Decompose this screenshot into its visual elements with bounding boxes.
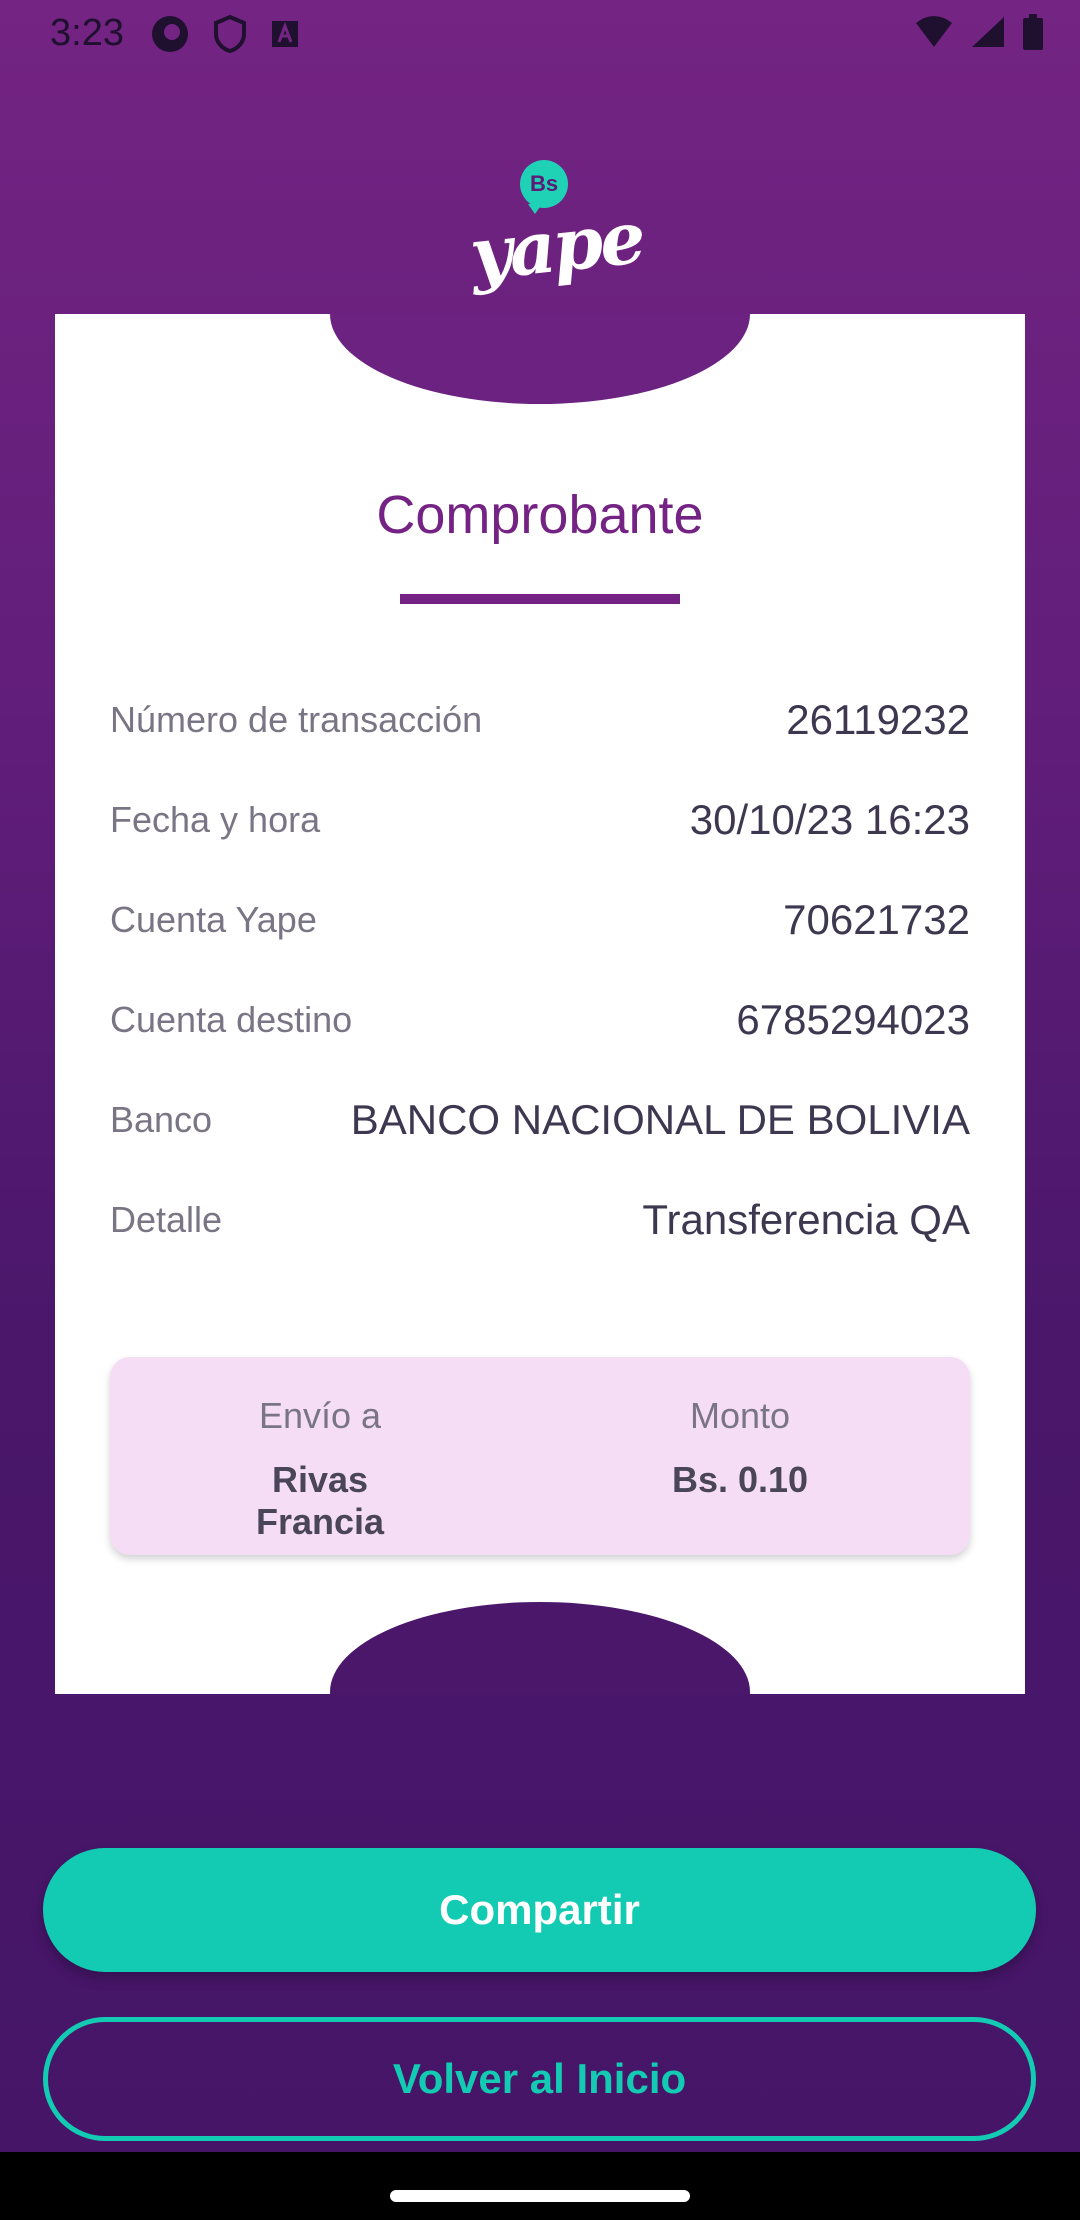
detail-row-detail: Detalle Transferencia QA: [110, 1190, 970, 1250]
logo-wordmark: yape: [466, 194, 647, 297]
status-icons-right: [914, 14, 1044, 55]
detail-value: Transferencia QA: [642, 1196, 970, 1243]
card-bottom-notch: [330, 1602, 750, 1694]
yape-logo: Bs yape: [466, 155, 647, 310]
text-badge-icon: [270, 19, 300, 54]
status-time: 3:23: [50, 12, 124, 54]
detail-label: Fecha y hora: [110, 799, 321, 840]
shield-icon: [212, 14, 248, 59]
title-underline: [400, 594, 680, 604]
detail-label: Número de transacción: [110, 699, 483, 740]
signal-icon: [970, 15, 1006, 54]
wifi-icon: [914, 15, 954, 54]
back-to-home-button[interactable]: Volver al Inicio: [43, 2017, 1036, 2141]
detail-value: 6785294023: [736, 996, 970, 1043]
status-bar: 3:23: [0, 0, 1080, 64]
recipient-label: Envío a: [258, 1395, 382, 1436]
card-top-notch: [330, 314, 750, 404]
share-button[interactable]: Compartir: [43, 1848, 1036, 1972]
detail-label: Detalle: [110, 1199, 223, 1240]
recipient-name: Rivas Francia: [255, 1459, 385, 1542]
receipt-title: Comprobante: [376, 485, 704, 545]
amount-summary: Monto Bs. 0.10: [640, 1395, 840, 1501]
detail-row-destination-account: Cuenta destino 6785294023: [110, 990, 970, 1050]
detail-label: Cuenta Yape: [110, 899, 317, 940]
transfer-summary-box: Envío a Rivas Francia Monto Bs. 0.10: [110, 1357, 970, 1555]
status-icons-left: [150, 14, 300, 59]
navigation-bar: [0, 2152, 1080, 2220]
currency-bubble-badge: Bs: [520, 160, 568, 214]
detail-row-yape-account: Cuenta Yape 70621732: [110, 890, 970, 950]
detail-label: Banco: [110, 1099, 213, 1140]
receipt-card: Comprobante Número de transacción 261192…: [55, 314, 1025, 1694]
recipient-summary: Envío a Rivas Francia: [240, 1395, 400, 1543]
detail-value: 70621732: [783, 896, 970, 943]
amount-value: Bs. 0.10: [671, 1459, 809, 1500]
detail-value: 26119232: [786, 696, 970, 743]
detail-row-bank: Banco BANCO NACIONAL DE BOLIVIA: [110, 1090, 970, 1150]
refresh-circle-icon: [150, 14, 190, 59]
battery-icon: [1022, 14, 1044, 55]
amount-label: Monto: [689, 1395, 791, 1436]
detail-row-transaction-number: Número de transacción 26119232: [110, 690, 970, 750]
detail-label: Cuenta destino: [110, 999, 353, 1040]
detail-row-date-time: Fecha y hora 30/10/23 16:23: [110, 790, 970, 850]
home-gesture-handle[interactable]: [390, 2190, 690, 2202]
detail-value: BANCO NACIONAL DE BOLIVIA: [350, 1096, 970, 1143]
detail-value: 30/10/23 16:23: [689, 796, 970, 843]
